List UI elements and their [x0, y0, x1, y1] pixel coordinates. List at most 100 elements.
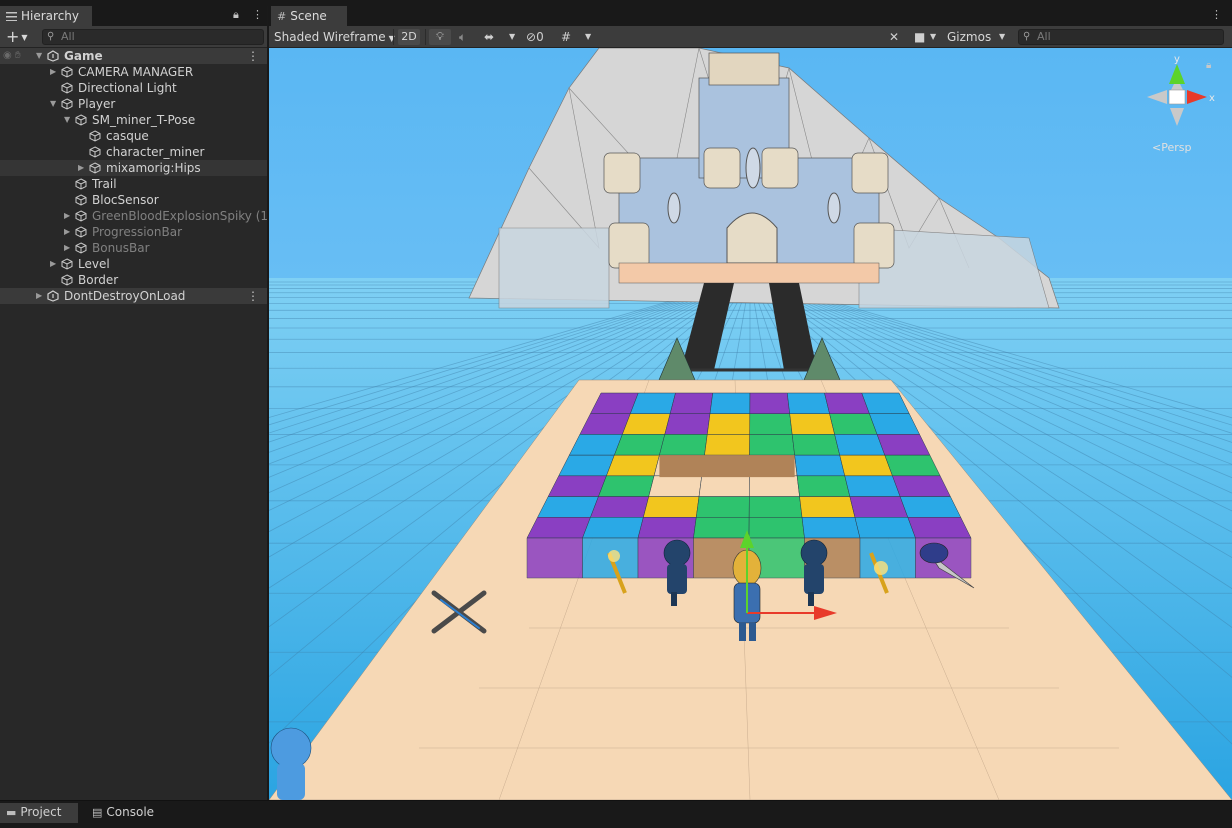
- color-block: [749, 475, 800, 497]
- gizmos-label: Gizmos: [947, 30, 992, 44]
- hierarchy-item-label: ProgressionBar: [92, 225, 183, 239]
- gameobject-cube-icon: [61, 82, 73, 94]
- expand-arrow-icon[interactable]: ▶: [78, 160, 84, 176]
- color-block: [801, 517, 861, 539]
- scene-grid-icon: #: [277, 10, 287, 23]
- hierarchy-tab[interactable]: Hierarchy: [0, 6, 92, 26]
- gameobject-cube-icon: [75, 242, 87, 254]
- hierarchy-scene-row[interactable]: ▶ DontDestroyOnLoad ⋮: [0, 288, 267, 304]
- hierarchy-row[interactable]: ▶ BonusBar: [0, 240, 267, 256]
- hidden-count: 0: [536, 30, 544, 44]
- color-block: [706, 413, 751, 435]
- color-block: [748, 517, 805, 539]
- projection-toggle[interactable]: <Persp: [1152, 141, 1191, 154]
- color-block: [748, 496, 803, 518]
- hierarchy-item-label: Border: [78, 273, 119, 287]
- color-block: [547, 475, 607, 497]
- effects-dropdown-icon[interactable]: ▼: [509, 26, 515, 48]
- color-block: [598, 475, 655, 497]
- expand-arrow-icon[interactable]: ▶: [36, 288, 42, 304]
- hierarchy-row[interactable]: Trail: [0, 176, 267, 192]
- expand-arrow-icon[interactable]: ▶: [64, 224, 70, 240]
- camera-settings-icon[interactable]: ■: [914, 26, 925, 48]
- scene-search-input[interactable]: ⚲ All: [1018, 29, 1224, 45]
- hierarchy-search-input[interactable]: ⚲ All: [42, 29, 264, 45]
- toolbar-separator: [425, 29, 426, 45]
- expand-arrow-icon[interactable]: ▶: [50, 64, 56, 80]
- hierarchy-row[interactable]: Directional Light: [0, 80, 267, 96]
- scene-panel-menu-icon[interactable]: ⋮: [1211, 8, 1222, 21]
- scene-menu-icon[interactable]: ⋮: [247, 48, 259, 64]
- expand-arrow-icon[interactable]: ▶: [64, 208, 70, 224]
- hierarchy-item-label: Trail: [92, 177, 117, 191]
- project-tab[interactable]: ▬ Project: [0, 803, 78, 823]
- lighting-toggle-icon[interactable]: 💡︎: [429, 29, 451, 45]
- panel-menu-icon[interactable]: ⋮: [252, 8, 263, 21]
- scene-visibility-icon[interactable]: ⊘0: [526, 26, 544, 48]
- hierarchy-item-label: SM_miner_T-Pose: [92, 113, 196, 127]
- hierarchy-row[interactable]: casque: [0, 128, 267, 144]
- gameobject-cube-icon: [89, 162, 101, 174]
- hierarchy-row[interactable]: character_miner: [0, 144, 267, 160]
- color-block: [749, 392, 790, 414]
- hierarchy-row[interactable]: ▼ SM_miner_T-Pose: [0, 112, 267, 128]
- color-block: [537, 496, 599, 518]
- collapse-arrow-icon[interactable]: ▼: [50, 96, 56, 112]
- gameobject-cube-icon: [75, 194, 87, 206]
- visibility-toggle-icon[interactable]: ◉ ✋︎: [3, 48, 21, 64]
- scene-menu-icon[interactable]: ⋮: [247, 288, 259, 304]
- color-block: [899, 496, 962, 518]
- grid-dropdown-icon[interactable]: ▼: [585, 26, 591, 48]
- color-block: [749, 434, 795, 456]
- gameobject-cube-icon: [61, 66, 73, 78]
- toolbar-separator: [393, 29, 394, 45]
- color-block-front: [526, 537, 583, 579]
- toggle-2d-button[interactable]: 2D: [398, 29, 420, 45]
- scene-tabbar: # Scene ⋮: [269, 6, 1232, 26]
- console-tab-label: Console: [106, 805, 155, 819]
- color-block: [799, 496, 856, 518]
- color-block: [786, 392, 830, 414]
- hierarchy-row[interactable]: ▶ ProgressionBar: [0, 224, 267, 240]
- gameobject-cube-icon: [75, 178, 87, 190]
- hierarchy-row[interactable]: ▼ Player: [0, 96, 267, 112]
- search-icon: ⚲: [47, 31, 55, 42]
- effects-toggle-icon[interactable]: ⬌: [484, 26, 494, 48]
- hierarchy-item-label: casque: [106, 129, 149, 143]
- gizmos-dropdown[interactable]: Gizmos: [947, 26, 991, 48]
- console-tab[interactable]: ▤ Console: [86, 803, 166, 823]
- collapse-arrow-icon[interactable]: ▼: [36, 48, 42, 64]
- hierarchy-row[interactable]: ▶ CAMERA MANAGER: [0, 64, 267, 80]
- scene-tab[interactable]: # Scene: [271, 6, 347, 26]
- grid-snapping-icon[interactable]: #: [561, 26, 571, 48]
- tools-icon[interactable]: ✕: [889, 26, 899, 48]
- scene-panel: # Scene ⋮ Shaded Wireframe ▼ 2D 💡︎ 🔈︎ ⬌ ▼ …: [269, 6, 1232, 800]
- collapse-arrow-icon[interactable]: ▼: [64, 112, 70, 128]
- gameobject-cube-icon: [89, 130, 101, 142]
- hierarchy-row[interactable]: ▶ Level: [0, 256, 267, 272]
- hierarchy-scene-row[interactable]: ◉ ✋︎ ▼ Game ⋮: [0, 48, 267, 64]
- hierarchy-row[interactable]: ▶ GreenBloodExplosionSpiky (1): [0, 208, 273, 224]
- lock-icon[interactable]: 🔒︎: [233, 8, 239, 22]
- gameobject-cube-icon: [61, 258, 73, 270]
- hierarchy-item-label: GreenBloodExplosionSpiky (1): [92, 209, 273, 223]
- hierarchy-row[interactable]: BlocSensor: [0, 192, 267, 208]
- expand-arrow-icon[interactable]: ▶: [64, 240, 70, 256]
- add-object-button[interactable]: + ▼: [6, 26, 28, 48]
- hierarchy-row[interactable]: Border: [0, 272, 267, 288]
- draw-mode-dropdown[interactable]: Shaded Wireframe ▼: [274, 26, 395, 50]
- camera-dropdown-icon[interactable]: ▼: [930, 26, 936, 48]
- audio-toggle-icon[interactable]: 🔈︎: [459, 26, 466, 48]
- gizmos-dropdown-arrow-icon[interactable]: ▼: [999, 26, 1005, 48]
- hierarchy-row[interactable]: ▶ mixamorig:Hips: [0, 160, 267, 176]
- color-block: [844, 475, 901, 497]
- color-block: [664, 413, 711, 435]
- scene-viewport[interactable]: y x 🔒︎ <Persp: [269, 48, 1232, 800]
- gizmo-lock-icon[interactable]: 🔒︎: [1206, 60, 1211, 71]
- hierarchy-item-label: Directional Light: [78, 81, 177, 95]
- gameobject-cube-icon: [75, 114, 87, 126]
- expand-arrow-icon[interactable]: ▶: [50, 256, 56, 272]
- gameobject-cube-icon: [75, 226, 87, 238]
- color-block: [648, 475, 703, 497]
- hierarchy-item-label: DontDestroyOnLoad: [64, 289, 186, 303]
